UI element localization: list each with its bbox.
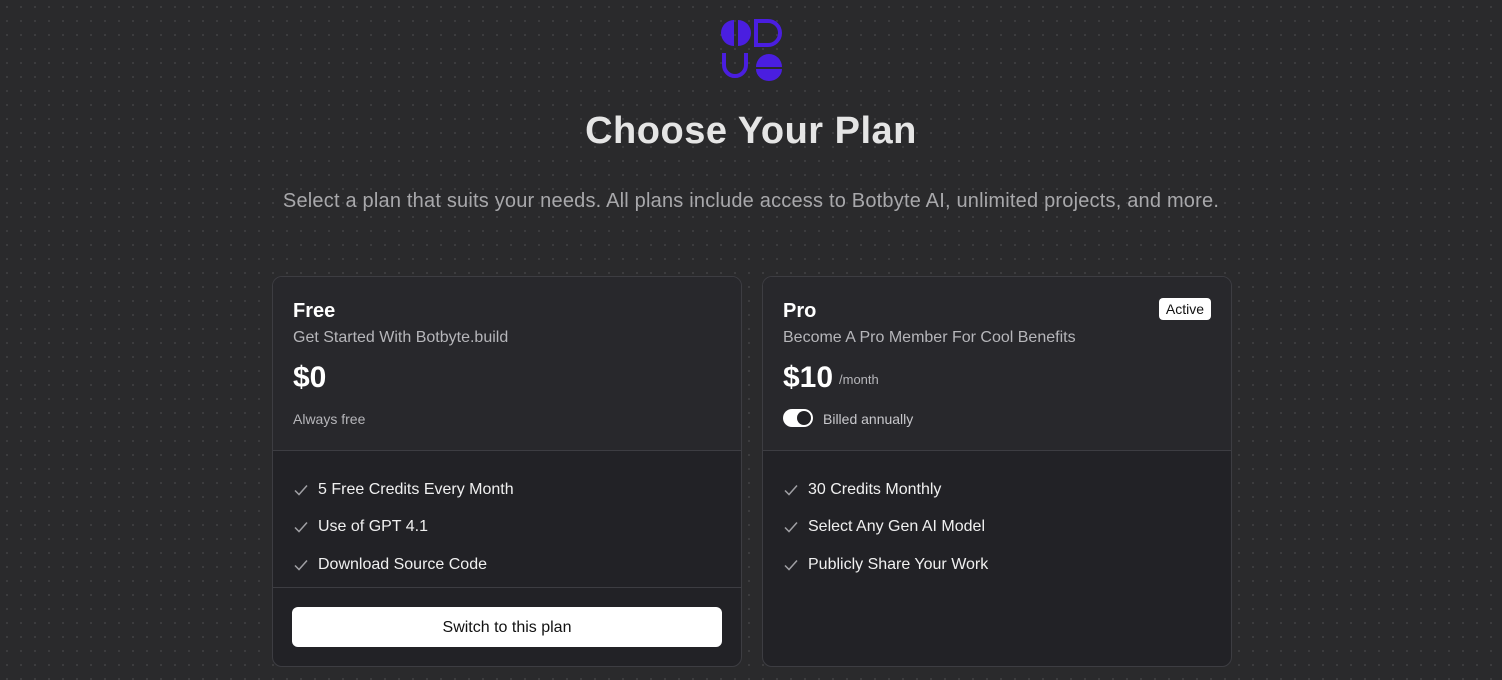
feature-label: 5 Free Credits Every Month bbox=[318, 480, 514, 498]
plan-card-header: Free Get Started With Botbyte.build $0 A… bbox=[273, 277, 741, 451]
feature-item: Use of GPT 4.1 bbox=[293, 509, 741, 547]
plan-description: Get Started With Botbyte.build bbox=[293, 329, 509, 346]
feature-item: 30 Credits Monthly bbox=[783, 471, 1231, 509]
plan-price: $0 bbox=[293, 361, 327, 394]
check-icon bbox=[784, 484, 798, 496]
billing-toggle-label: Billed annually bbox=[823, 411, 914, 427]
active-badge: Active bbox=[1158, 298, 1211, 320]
feature-list: 5 Free Credits Every Month Use of GPT 4.… bbox=[273, 451, 741, 584]
switch-plan-button[interactable]: Switch to this plan bbox=[292, 607, 722, 647]
feature-item: Download Source Code bbox=[293, 546, 741, 584]
feature-item: Publicly Share Your Work bbox=[783, 546, 1231, 584]
check-icon bbox=[784, 522, 798, 533]
page-title: Choose Your Plan bbox=[585, 110, 917, 152]
feature-label: Use of GPT 4.1 bbox=[318, 518, 428, 536]
feature-label: Download Source Code bbox=[318, 555, 487, 573]
feature-item: Select Any Gen AI Model bbox=[783, 509, 1231, 547]
check-icon bbox=[294, 484, 308, 496]
toggle-knob bbox=[797, 411, 811, 425]
feature-label: Select Any Gen AI Model bbox=[808, 518, 985, 536]
plan-name: Pro bbox=[783, 300, 817, 322]
check-icon bbox=[294, 522, 308, 533]
plan-card-free: Free Get Started With Botbyte.build $0 A… bbox=[272, 276, 742, 667]
page-subtitle: Select a plan that suits your needs. All… bbox=[282, 190, 1220, 212]
feature-list: 30 Credits Monthly Select Any Gen AI Mod… bbox=[763, 451, 1231, 584]
feature-item: 5 Free Credits Every Month bbox=[293, 471, 741, 509]
check-icon bbox=[784, 559, 798, 571]
plan-price: $10 bbox=[783, 361, 834, 394]
plan-description: Become A Pro Member For Cool Benefits bbox=[783, 329, 1076, 346]
check-icon bbox=[294, 559, 308, 571]
plan-card-pro: Pro Active Become A Pro Member For Cool … bbox=[762, 276, 1232, 667]
price-period: /month bbox=[839, 372, 879, 387]
plan-note: Always free bbox=[293, 411, 366, 427]
botbyte-logo-icon bbox=[721, 19, 782, 81]
plan-card-header: Pro Active Become A Pro Member For Cool … bbox=[763, 277, 1231, 451]
feature-label: Publicly Share Your Work bbox=[808, 555, 989, 573]
plan-name: Free bbox=[293, 300, 336, 322]
billing-toggle[interactable] bbox=[783, 409, 813, 427]
feature-label: 30 Credits Monthly bbox=[808, 480, 942, 498]
plan-card-footer: Switch to this plan bbox=[273, 587, 741, 666]
